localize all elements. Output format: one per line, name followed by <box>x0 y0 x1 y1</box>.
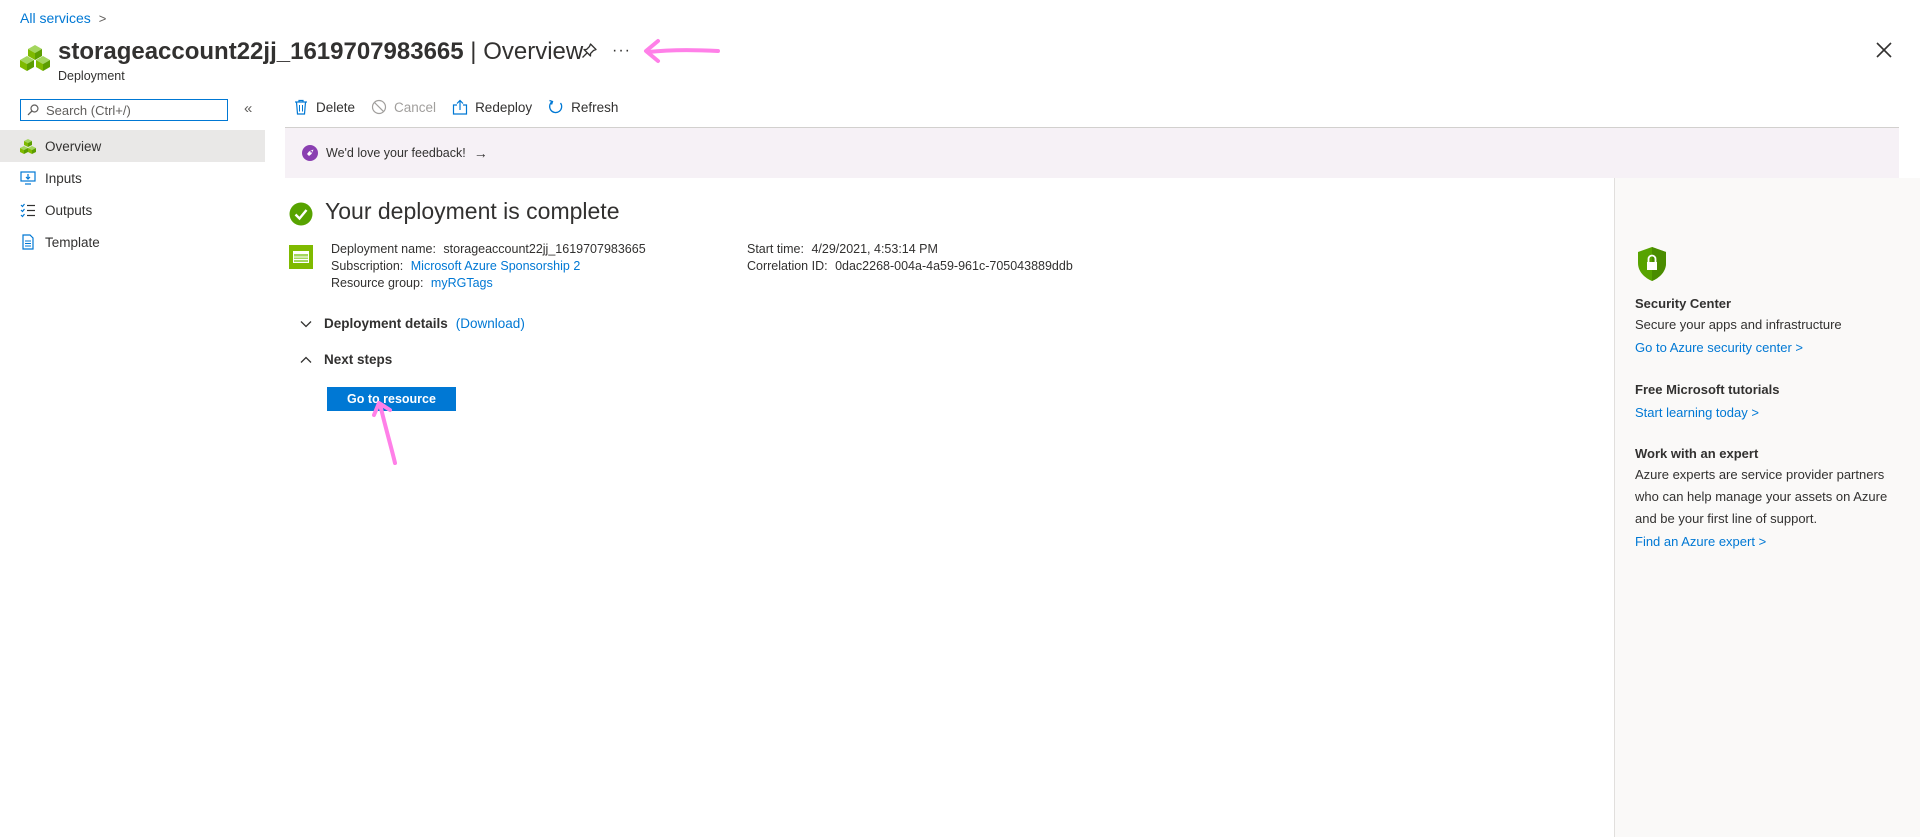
rocket-icon <box>302 145 318 161</box>
refresh-label: Refresh <box>571 99 619 115</box>
deployment-name-row: Deployment name: storageaccount22jj_1619… <box>331 242 646 256</box>
success-check-icon <box>289 202 313 226</box>
breadcrumb: All services > <box>20 10 106 26</box>
delete-label: Delete <box>316 99 356 115</box>
go-to-resource-button[interactable]: Go to resource <box>327 387 456 411</box>
command-toolbar: Delete Cancel Redeploy Refresh <box>293 99 634 115</box>
close-icon[interactable] <box>1874 40 1894 60</box>
deployment-icon <box>289 245 313 269</box>
start-time-value: 4/29/2021, 4:53:14 PM <box>811 242 938 256</box>
shield-lock-icon <box>1638 247 1666 281</box>
deployment-details-title: Deployment details <box>324 316 448 331</box>
sidebar-nav: Overview Inputs Outputs Template <box>0 130 265 258</box>
collapse-sidebar-button[interactable]: « <box>244 100 252 117</box>
page-subtitle: Deployment <box>58 69 125 83</box>
deployment-name-value: storageaccount22jj_1619707983665 <box>443 242 646 256</box>
breadcrumb-chevron-icon: > <box>98 10 107 26</box>
redeploy-button[interactable]: Redeploy <box>452 99 532 115</box>
expert-link[interactable]: Find an Azure expert > <box>1635 534 1766 549</box>
cancel-label: Cancel <box>394 99 437 115</box>
tutorials-title: Free Microsoft tutorials <box>1635 382 1780 397</box>
sidebar-item-label: Overview <box>45 138 102 154</box>
sidebar-item-inputs[interactable]: Inputs <box>0 162 265 194</box>
resource-name: storageaccount22jj_1619707983665 <box>58 38 464 65</box>
correlation-id-row: Correlation ID: 0dac2268-004a-4a59-961c-… <box>747 259 1073 273</box>
security-center-link[interactable]: Go to Azure security center > <box>1635 340 1803 355</box>
arrow-right-icon: → <box>473 145 488 161</box>
resource-group-key: Resource group: <box>331 276 424 290</box>
sidebar-item-template[interactable]: Template <box>0 226 265 258</box>
breadcrumb-all-services-link[interactable]: All services <box>20 10 91 26</box>
redeploy-label: Redeploy <box>475 99 533 115</box>
correlation-id-value: 0dac2268-004a-4a59-961c-705043889ddb <box>835 259 1073 273</box>
deployment-cubes-icon <box>20 45 50 71</box>
security-center-title: Security Center <box>1635 296 1732 311</box>
chevron-up-icon <box>300 356 312 363</box>
delete-button[interactable]: Delete <box>293 99 355 115</box>
next-steps-title: Next steps <box>324 352 393 367</box>
search-icon <box>27 104 39 116</box>
trash-icon <box>295 99 307 115</box>
refresh-icon <box>549 99 563 114</box>
sidebar-search[interactable] <box>20 99 228 121</box>
inputs-icon <box>20 171 36 185</box>
subscription-key: Subscription: <box>331 259 404 273</box>
outputs-icon <box>20 203 35 218</box>
download-link[interactable]: (Download) <box>456 316 525 331</box>
upload-icon <box>452 99 468 115</box>
subscription-link[interactable]: Microsoft Azure Sponsorship 2 <box>411 259 581 273</box>
resource-group-row: Resource group: myRGTags <box>331 276 493 290</box>
view-name: Overview <box>483 38 584 65</box>
start-time-key: Start time: <box>747 242 804 256</box>
tutorials-link[interactable]: Start learning today > <box>1635 405 1759 420</box>
resource-group-link[interactable]: myRGTags <box>431 276 493 290</box>
feedback-text: We'd love your feedback! <box>326 146 466 160</box>
title-separator: | <box>463 38 484 65</box>
sidebar-item-outputs[interactable]: Outputs <box>0 194 265 226</box>
correlation-id-key: Correlation ID: <box>747 259 828 273</box>
chevron-down-icon <box>300 320 312 327</box>
annotation-arrow-icon <box>644 39 720 63</box>
more-options-button[interactable]: ··· <box>612 42 631 60</box>
deployment-status-title: Your deployment is complete <box>325 198 620 224</box>
overview-icon <box>20 139 36 154</box>
expert-title: Work with an expert <box>1635 446 1759 461</box>
sidebar-item-label: Inputs <box>45 170 82 186</box>
next-steps-toggle[interactable]: Next steps <box>300 352 392 367</box>
cancel-button[interactable]: Cancel <box>371 99 436 115</box>
cancel-icon <box>371 99 387 115</box>
deployment-details-toggle[interactable]: Deployment details (Download) <box>300 316 525 331</box>
security-center-text: Secure your apps and infrastructure <box>1635 317 1842 332</box>
sidebar-item-overview[interactable]: Overview <box>0 130 265 162</box>
subscription-row: Subscription: Microsoft Azure Sponsorshi… <box>331 259 580 273</box>
deployment-name-key: Deployment name: <box>331 242 436 256</box>
refresh-button[interactable]: Refresh <box>548 99 618 115</box>
expert-text: Azure experts are service provider partn… <box>1635 467 1888 526</box>
page-title: storageaccount22jj_1619707983665 | Overv… <box>58 38 583 66</box>
pin-icon[interactable] <box>580 42 598 60</box>
feedback-banner[interactable]: We'd love your feedback! → <box>285 128 1899 178</box>
template-icon <box>22 234 34 250</box>
sidebar-item-label: Outputs <box>45 202 93 218</box>
sidebar-item-label: Template <box>45 234 100 250</box>
start-time-row: Start time: 4/29/2021, 4:53:14 PM <box>747 242 938 256</box>
search-input[interactable] <box>43 101 227 119</box>
